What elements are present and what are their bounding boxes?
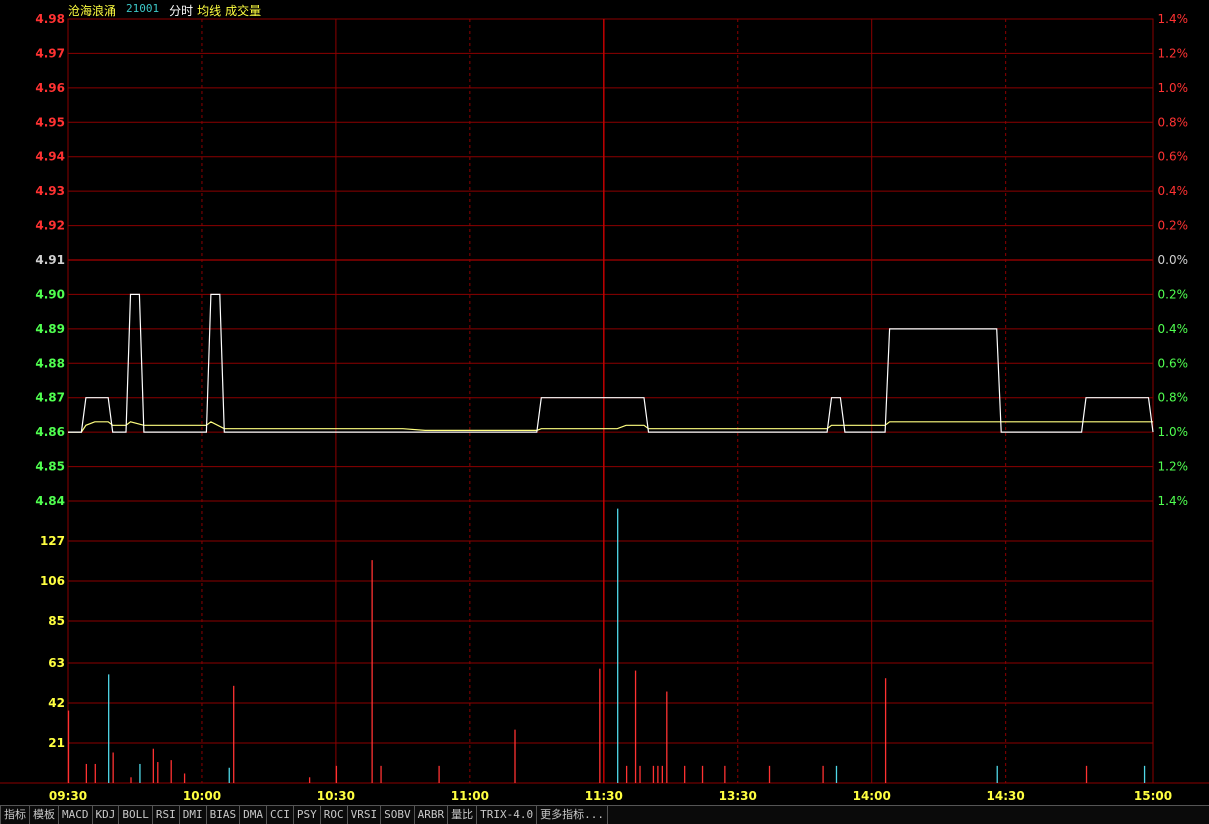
price-tick-label: 4.87: [35, 391, 65, 405]
axis-labels: 4.98 1.4% 4.97 1.2% 4.96 1.0% 4.95 0.8% 4.94 0.6%…: [35, 12, 1188, 803]
indicator-tab[interactable]: SOBV: [381, 806, 415, 824]
indicator-tab[interactable]: BOLL: [119, 806, 153, 824]
pct-tick-label: 1.2%: [1158, 46, 1189, 60]
pct-tick-label: 0.4%: [1158, 322, 1189, 336]
time-tick-label: 14:00: [853, 789, 891, 803]
pct-tick-label: 0.2%: [1158, 219, 1189, 233]
volume-tick-label: 21: [48, 736, 65, 750]
price-tick-label: 4.84: [35, 494, 65, 508]
indicator-tab[interactable]: DMI: [180, 806, 207, 824]
price-tick-label: 4.94: [35, 150, 65, 164]
indicator-tab[interactable]: 量比: [448, 806, 478, 824]
indicator-tab[interactable]: 更多指标...: [537, 806, 608, 824]
pct-tick-label: 1.2%: [1158, 460, 1189, 474]
time-tick-label: 15:00: [1134, 789, 1172, 803]
volume-bars: [67, 508, 1146, 783]
price-tick-label: 4.92: [35, 219, 65, 233]
pct-tick-label: 0.6%: [1158, 150, 1189, 164]
indicator-tab[interactable]: RSI: [153, 806, 180, 824]
price-tick-label: 4.91: [35, 253, 65, 267]
pct-tick-label: 0.8%: [1158, 391, 1189, 405]
indicator-tab[interactable]: BIAS: [207, 806, 241, 824]
volume-tick-label: 42: [48, 696, 65, 710]
indicator-tab[interactable]: DMA: [240, 806, 267, 824]
time-tick-label: 09:30: [49, 789, 87, 803]
intraday-chart[interactable]: 4.98 1.4% 4.97 1.2% 4.96 1.0% 4.95 0.8% 4.94 0.6%…: [0, 0, 1209, 805]
price-tick-label: 4.86: [35, 425, 65, 439]
average-price-line: [68, 421, 1153, 433]
time-tick-label: 11:00: [451, 789, 489, 803]
price-tick-label: 4.96: [35, 81, 65, 95]
indicator-tab[interactable]: MACD: [59, 806, 93, 824]
indicator-tab[interactable]: CCI: [267, 806, 294, 824]
time-tick-label: 14:30: [987, 789, 1025, 803]
price-tick-label: 4.93: [35, 184, 65, 198]
indicator-tab[interactable]: KDJ: [93, 806, 120, 824]
indicator-tab-bar: 指标 模板 MACD KDJ BOLL RSI DMI BIAS DMA CCI PSY ROC VRS…: [0, 805, 1209, 824]
pct-tick-label: 0.0%: [1158, 253, 1189, 267]
indicator-tab[interactable]: ROC: [321, 806, 348, 824]
indicator-tab[interactable]: VRSI: [348, 806, 382, 824]
volume-tick-label: 63: [48, 656, 65, 670]
volume-tick-label: 127: [40, 534, 65, 548]
price-tick-label: 4.90: [35, 287, 65, 301]
pct-tick-label: 1.4%: [1158, 494, 1189, 508]
price-tick-label: 4.85: [35, 460, 65, 474]
volume-tick-label: 85: [48, 614, 65, 628]
pct-tick-label: 0.2%: [1158, 287, 1189, 301]
price-tick-label: 4.88: [35, 356, 65, 370]
indicator-tab[interactable]: PSY: [294, 806, 321, 824]
chart-frame: [67, 18, 1154, 784]
price-tick-label: 4.89: [35, 322, 65, 336]
indicator-tab[interactable]: TRIX-4.0: [477, 806, 538, 824]
time-tick-label: 11:30: [585, 789, 623, 803]
price-tick-label: 4.95: [35, 115, 65, 129]
chart-grid: [0, 18, 1209, 784]
pct-tick-label: 0.8%: [1158, 115, 1189, 129]
volume-tick-label: 106: [40, 574, 65, 588]
time-tick-label: 10:30: [317, 789, 355, 803]
price-tick-label: 4.97: [35, 46, 65, 60]
time-tick-label: 10:00: [183, 789, 221, 803]
price-tick-label: 4.98: [35, 12, 65, 26]
time-tick-label: 13:30: [719, 789, 757, 803]
pct-tick-label: 1.4%: [1158, 12, 1189, 26]
pct-tick-label: 1.0%: [1158, 425, 1189, 439]
pct-tick-label: 0.6%: [1158, 356, 1189, 370]
pct-tick-label: 1.0%: [1158, 81, 1189, 95]
indicator-tab[interactable]: 指标: [0, 806, 30, 824]
indicator-tab[interactable]: ARBR: [415, 806, 449, 824]
pct-tick-label: 0.4%: [1158, 184, 1189, 198]
indicator-tab[interactable]: 模板: [30, 806, 59, 824]
